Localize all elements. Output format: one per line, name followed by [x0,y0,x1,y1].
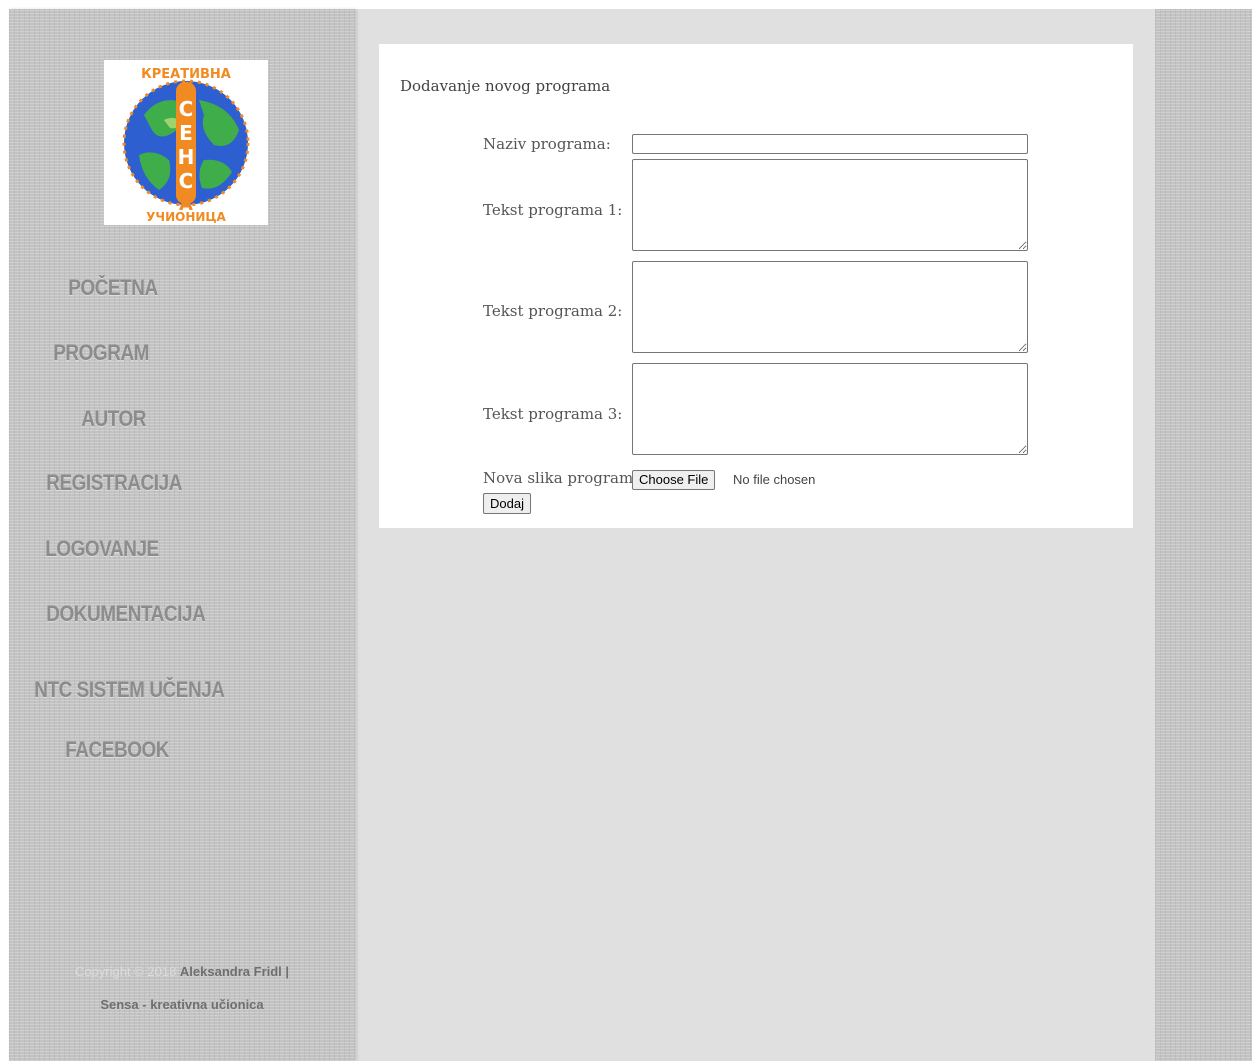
sidebar: С Е Н С А КРЕАТИВНА УЧИОНИЦА POČETNA PRO… [9,9,355,1061]
svg-text:С: С [179,169,194,193]
form-title: Dodavanje novog programa [400,77,611,95]
nav-facebook[interactable]: FACEBOOK [65,737,363,763]
program-text2-textarea[interactable] [632,261,1028,353]
nav-ntc-sistem-ucenja[interactable]: NTC SISTEM UČENJA [34,677,332,703]
add-program-button[interactable]: Dodaj [483,493,531,514]
text3-label: Tekst programa 3: [483,405,623,423]
svg-text:УЧИОНИЦА: УЧИОНИЦА [146,210,226,224]
add-program-panel: Dodavanje novog programa Naziv programa:… [379,44,1133,528]
text1-label: Tekst programa 1: [483,201,623,219]
text2-label: Tekst programa 2: [483,302,623,320]
nav-dokumentacija[interactable]: DOKUMENTACIJA [46,601,344,627]
svg-text:Е: Е [179,121,193,145]
svg-text:КРЕАТИВНА: КРЕАТИВНА [141,67,231,82]
svg-text:С: С [179,97,194,121]
author-link[interactable]: Aleksandra Fridl | [180,964,289,979]
program-text1-textarea[interactable] [632,159,1028,251]
nav-autor[interactable]: AUTOR [81,406,379,432]
name-label: Naziv programa: [483,135,611,153]
copyright-text: Copyright © 2018 [74,964,177,979]
svg-text:Н: Н [178,145,195,169]
right-decor-strip [1155,9,1252,1061]
logo-globe-icon: С Е Н С А КРЕАТИВНА УЧИОНИЦА [122,67,250,224]
nav-pocetna[interactable]: POČETNA [68,275,366,301]
program-text3-textarea[interactable] [632,363,1028,455]
nav-program[interactable]: PROGRAM [53,340,351,366]
program-name-input[interactable] [632,134,1028,154]
nav-registracija[interactable]: REGISTRACIJA [46,470,344,496]
site-name-link[interactable]: Sensa - kreativna učionica [9,997,355,1012]
file-status-text: No file chosen [733,472,816,487]
nav-logovanje[interactable]: LOGOVANJE [45,536,343,562]
choose-file-button[interactable]: Choose File [632,470,716,490]
site-logo[interactable]: С Е Н С А КРЕАТИВНА УЧИОНИЦА [104,60,268,225]
image-label: Nova slika program: [483,469,639,487]
copyright-line: Copyright © 2018 Aleksandra Fridl | [9,964,355,979]
